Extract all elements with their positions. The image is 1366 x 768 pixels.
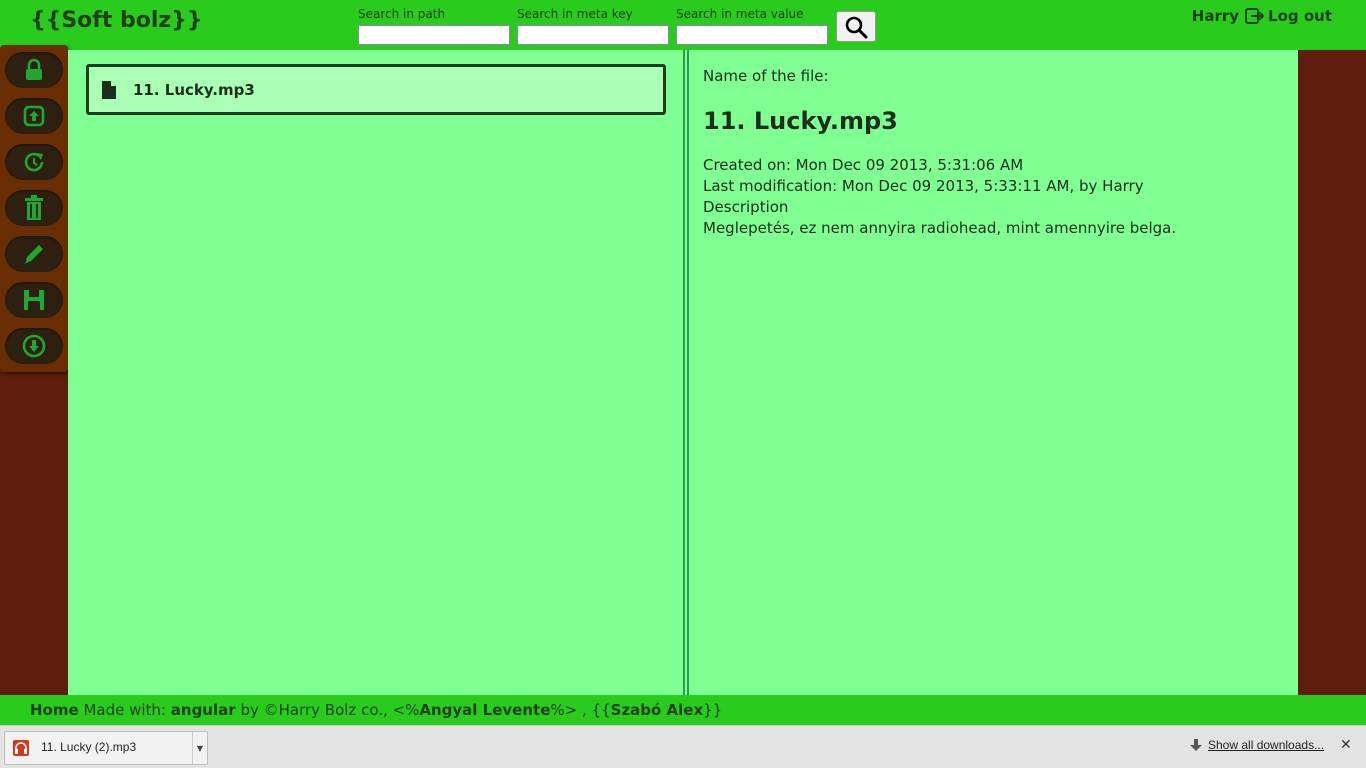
- file-item-name: 11. Lucky.mp3: [133, 80, 255, 99]
- download-bar: 11. Lucky (2).mp3 ▼ Show all downloads..…: [0, 725, 1366, 768]
- search-key-label: Search in meta key: [517, 7, 633, 21]
- logout-icon: [1245, 8, 1265, 24]
- download-button[interactable]: [5, 328, 63, 364]
- download-item-name: 11. Lucky (2).mp3: [41, 740, 137, 754]
- logout-label: Log out: [1268, 7, 1332, 25]
- lock-icon: [26, 58, 42, 80]
- search-key-group: Search in meta key: [517, 7, 669, 45]
- side-toolbar: [0, 45, 68, 372]
- footer-framework: angular: [170, 701, 236, 719]
- top-header: {{Soft bolz}} Search in path Search in m…: [0, 0, 1366, 50]
- upload-button[interactable]: [5, 98, 63, 134]
- footer-author1-suffix: %>: [550, 701, 578, 719]
- file-details: Name of the file: 11. Lucky.mp3 Created …: [703, 66, 1283, 239]
- download-icon: [22, 334, 46, 358]
- description-label: Description: [703, 198, 789, 216]
- lock-button[interactable]: [5, 52, 63, 88]
- close-icon[interactable]: ✕: [1340, 737, 1352, 753]
- search-icon: [845, 16, 868, 38]
- save-button[interactable]: [5, 282, 63, 318]
- download-item[interactable]: 11. Lucky (2).mp3 ▼: [4, 731, 208, 765]
- search-path-label: Search in path: [358, 7, 446, 21]
- refresh-icon: [24, 152, 44, 172]
- file-title: 11. Lucky.mp3: [703, 107, 898, 135]
- pencil-icon: [24, 245, 43, 264]
- footer-home-link[interactable]: Home: [30, 701, 79, 719]
- username: Harry: [1191, 7, 1240, 25]
- trash-icon: [25, 195, 43, 220]
- footer-author1-prefix: <%: [392, 701, 420, 719]
- footer-author2-suffix: }}: [703, 701, 723, 719]
- footer-author2: Szabó Alex: [610, 701, 704, 719]
- search-path-input[interactable]: [358, 25, 510, 45]
- search-value-group: Search in meta value: [676, 7, 828, 45]
- chevron-down-icon[interactable]: ▼: [192, 732, 207, 764]
- search-button[interactable]: [836, 11, 876, 42]
- footer: Home Made with: angular by ©Harry Bolz c…: [0, 695, 1366, 725]
- footer-made-with: Made with:: [83, 701, 166, 719]
- created-info: Created on: Mon Dec 09 2013, 5:31:06 AM: [703, 156, 1024, 174]
- file-list: 11. Lucky.mp3: [68, 50, 683, 695]
- footer-author1: Angyal Levente: [419, 701, 551, 719]
- brand-logo[interactable]: {{Soft bolz}}: [30, 8, 203, 33]
- show-all-downloads-link[interactable]: Show all downloads...: [1190, 738, 1324, 752]
- file-icon: [102, 80, 116, 99]
- file-list-item[interactable]: 11. Lucky.mp3: [86, 64, 666, 115]
- audio-file-icon: [13, 740, 29, 756]
- refresh-button[interactable]: [5, 144, 63, 180]
- modified-info: Last modification: Mon Dec 09 2013, 5:33…: [703, 177, 1144, 195]
- search-value-input[interactable]: [676, 25, 828, 45]
- footer-by: by ©Harry Bolz co.,: [240, 701, 388, 719]
- edit-button[interactable]: [5, 236, 63, 272]
- search-path-group: Search in path: [358, 7, 510, 45]
- logout-link[interactable]: Log out: [1245, 7, 1332, 25]
- search-key-input[interactable]: [517, 25, 669, 45]
- search-value-label: Search in meta value: [676, 7, 804, 21]
- delete-button[interactable]: [5, 190, 63, 226]
- footer-author2-prefix: {{: [591, 701, 611, 719]
- file-name-label: Name of the file:: [703, 67, 829, 85]
- download-arrow-icon: [1190, 738, 1202, 751]
- footer-comma: ,: [581, 701, 587, 719]
- pane-divider: [683, 50, 689, 695]
- upload-icon: [23, 105, 45, 127]
- description-text: Meglepetés, ez nem annyira radiohead, mi…: [703, 219, 1177, 237]
- save-icon: [24, 290, 44, 310]
- show-all-label: Show all downloads...: [1208, 738, 1325, 752]
- user-area: Harry Log out: [1192, 7, 1332, 25]
- main-panel: 11. Lucky.mp3 Name of the file: 11. Luck…: [68, 50, 1298, 695]
